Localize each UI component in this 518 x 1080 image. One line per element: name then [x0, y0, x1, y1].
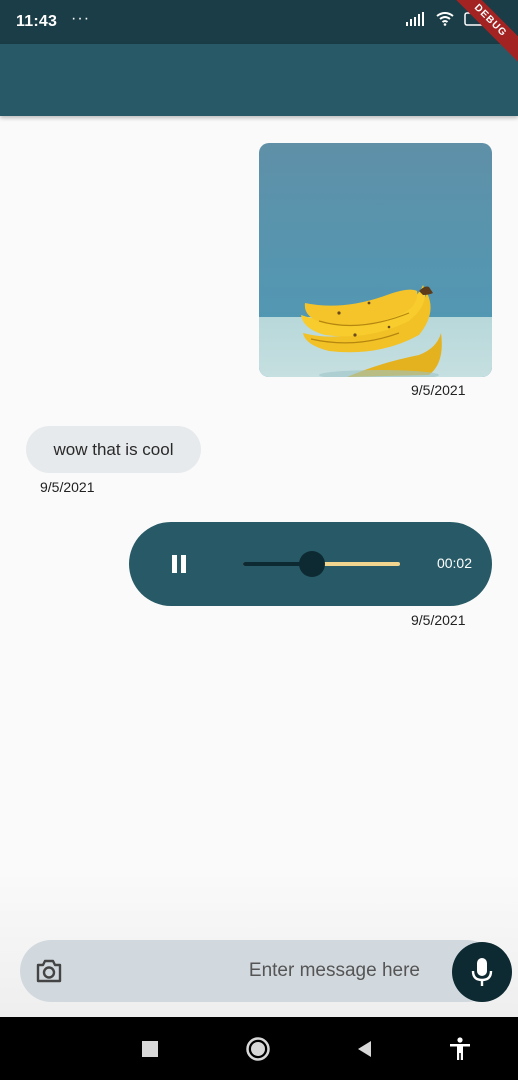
- notification-dots: ···: [71, 10, 91, 27]
- audio-duration: 00:02: [436, 555, 472, 571]
- recents-icon: [142, 1041, 158, 1057]
- audio-message: 00:02: [129, 522, 492, 606]
- image-message-date: 9/5/2021: [411, 382, 466, 398]
- pause-button[interactable]: [167, 552, 191, 576]
- recents-button[interactable]: [137, 1036, 163, 1062]
- home-button[interactable]: [245, 1036, 271, 1062]
- accessibility-icon: [450, 1037, 470, 1060]
- text-message[interactable]: wow that is cool: [26, 426, 201, 473]
- back-button[interactable]: [351, 1036, 377, 1062]
- bananas-photo: [259, 143, 492, 377]
- text-message-body: wow that is cool: [53, 439, 174, 459]
- signal-icon: [406, 12, 426, 31]
- image-message[interactable]: [259, 143, 492, 377]
- home-icon: [246, 1037, 270, 1061]
- text-message-date: 9/5/2021: [40, 479, 95, 495]
- mic-icon: [471, 958, 493, 986]
- audio-progress-slider[interactable]: [243, 551, 400, 577]
- composer-bar: [20, 940, 498, 1002]
- mic-button[interactable]: [452, 942, 512, 1002]
- audio-message-date: 9/5/2021: [411, 612, 466, 628]
- app-bar: [0, 44, 518, 116]
- camera-button[interactable]: [35, 958, 63, 984]
- status-time: 11:43: [16, 13, 58, 30]
- wifi-icon: [436, 12, 454, 31]
- system-nav-bar: [0, 1017, 518, 1080]
- status-bar: 11:43 ···: [0, 0, 518, 44]
- back-icon: [358, 1041, 371, 1057]
- audio-slider-thumb[interactable]: [299, 551, 326, 577]
- message-input[interactable]: [80, 952, 420, 990]
- accessibility-button[interactable]: [447, 1036, 473, 1062]
- camera-icon: [36, 959, 62, 983]
- pause-icon: [172, 555, 186, 573]
